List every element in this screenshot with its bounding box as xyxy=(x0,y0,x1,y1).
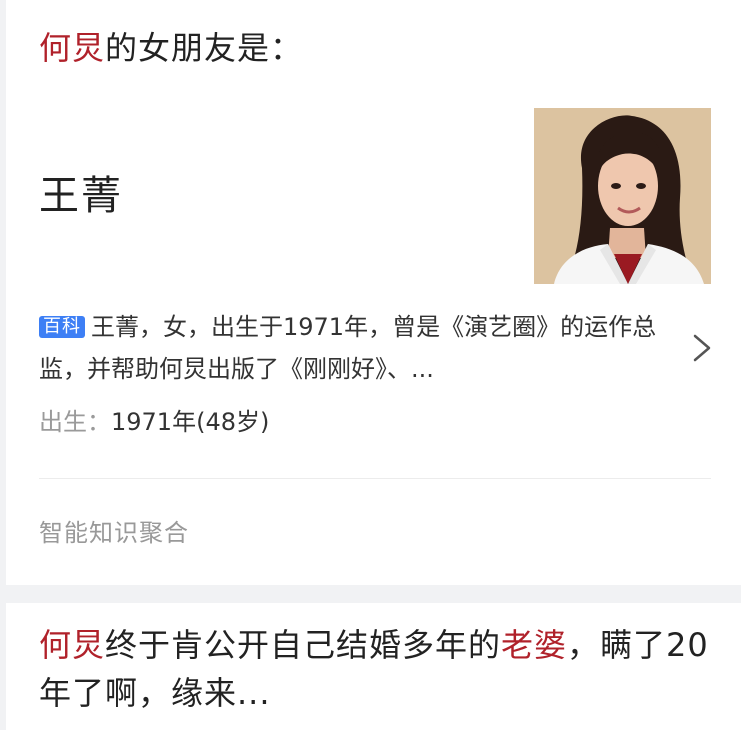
description-text: 王菁，女，出生于1971年，曾是《演艺圈》的运作总监，并帮助何炅出版了《刚刚好》… xyxy=(39,313,657,383)
title-highlight-1: 何炅 xyxy=(39,626,106,664)
birth-info: 出生：1971年(48岁) xyxy=(39,402,269,442)
question-rest: 的女朋友是： xyxy=(105,29,304,67)
article-result-card[interactable]: 何炅终于肯公开自己结婚多年的老婆，瞒了20年了啊，缘来... xyxy=(6,603,741,730)
source-footer: 智能知识聚合 xyxy=(39,519,189,547)
article-title[interactable]: 何炅终于肯公开自己结婚多年的老婆，瞒了20年了啊，缘来... xyxy=(39,621,719,717)
chevron-right-icon[interactable] xyxy=(689,330,717,366)
baike-description[interactable]: 百科 王菁，女，出生于1971年，曾是《演艺圈》的运作总监，并帮助何炅出版了《刚刚… xyxy=(39,306,659,390)
title-highlight-2: 老婆 xyxy=(501,626,568,664)
baike-badge: 百科 xyxy=(39,316,85,338)
question-highlight: 何炅 xyxy=(39,29,106,67)
answer-name[interactable]: 王菁 xyxy=(39,170,123,222)
birth-value: 1971年(48岁) xyxy=(111,408,270,436)
question-title: 何炅的女朋友是： xyxy=(39,26,303,70)
title-part-2: 终于肯公开自己结婚多年的 xyxy=(105,626,502,664)
description-text-block: 百科 王菁，女，出生于1971年，曾是《演艺圈》的运作总监，并帮助何炅出版了《刚刚… xyxy=(39,306,659,390)
knowledge-result-card[interactable]: 何炅的女朋友是： 王菁 百科 王菁，女，出生于1971年，曾是《演艺圈》的运作总… xyxy=(6,0,741,585)
birth-label: 出生： xyxy=(39,408,111,436)
divider xyxy=(39,478,711,479)
person-photo[interactable] xyxy=(534,108,711,284)
